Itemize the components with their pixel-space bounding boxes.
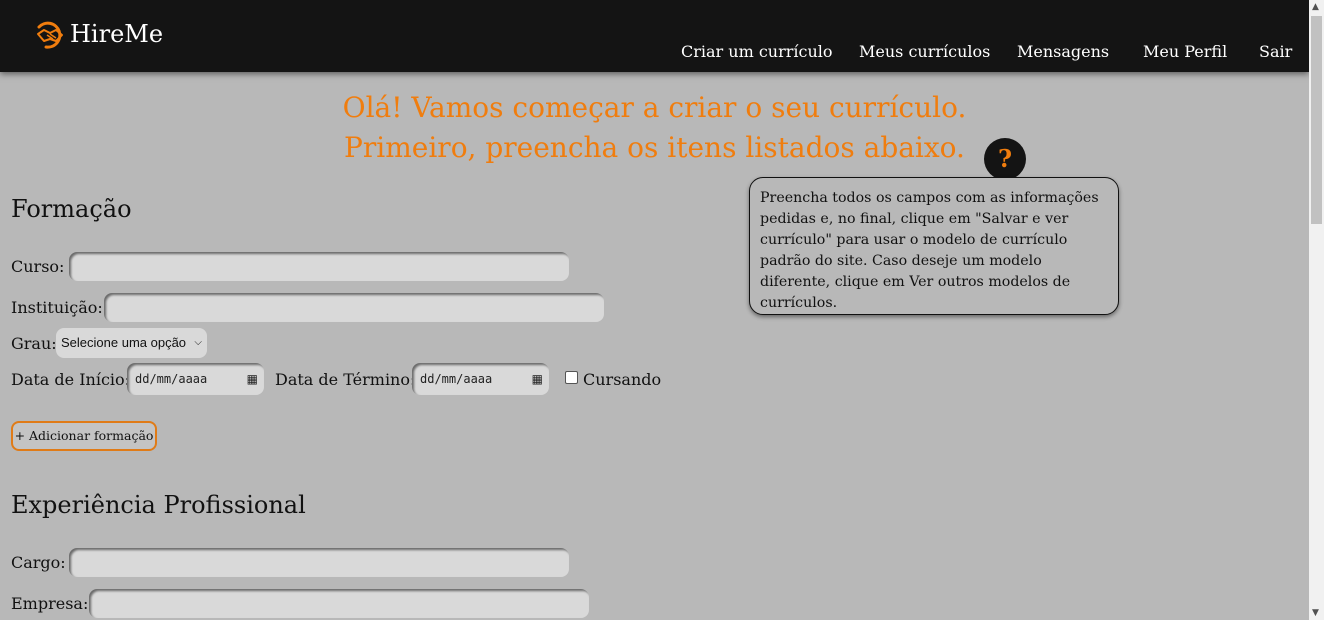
nav-my-resumes[interactable]: Meus currículos: [859, 42, 990, 61]
end-date-label: Data de Término:: [275, 370, 416, 389]
start-date-placeholder: dd/mm/aaaa: [135, 372, 208, 386]
ongoing-label[interactable]: Cursando: [583, 370, 661, 389]
brand-name: HireMe: [70, 20, 164, 48]
page-headline: Olá! Vamos começar a criar o seu currícu…: [0, 88, 1309, 168]
headline-line-1: Olá! Vamos começar a criar o seu currícu…: [342, 91, 967, 124]
start-date-label: Data de Início:: [11, 370, 131, 389]
start-date-input[interactable]: dd/mm/aaaa ▦: [127, 363, 264, 395]
institution-input[interactable]: [104, 293, 604, 322]
experience-section-title: Experiência Profissional: [11, 491, 306, 519]
company-input[interactable]: [89, 589, 589, 618]
top-navbar: HireMe Criar um currículo Meus currículo…: [0, 0, 1309, 72]
institution-label: Instituição:: [11, 298, 103, 317]
nav-create-resume[interactable]: Criar um currículo: [681, 42, 833, 61]
calendar-icon[interactable]: ▦: [532, 363, 543, 395]
add-education-button[interactable]: + Adicionar formação: [11, 421, 157, 451]
help-button[interactable]: ?: [984, 138, 1026, 180]
calendar-icon[interactable]: ▦: [247, 363, 258, 395]
scroll-up-arrow-icon[interactable]: ▲: [1312, 2, 1319, 12]
company-label: Empresa:: [11, 594, 89, 613]
chevron-down-icon: ⌵: [194, 337, 202, 348]
end-date-placeholder: dd/mm/aaaa: [420, 372, 493, 386]
ongoing-checkbox[interactable]: [565, 371, 578, 384]
nav-my-profile[interactable]: Meu Perfil: [1143, 42, 1227, 61]
degree-label: Grau:: [11, 334, 57, 353]
education-section-title: Formação: [11, 195, 132, 223]
degree-select-value: Selecione uma opção: [61, 335, 187, 350]
nav-messages[interactable]: Mensagens: [1017, 42, 1109, 61]
nav-logout[interactable]: Sair: [1259, 42, 1292, 61]
brand-logo[interactable]: HireMe: [36, 17, 163, 51]
headline-line-2: Primeiro, preencha os itens listados aba…: [344, 131, 965, 164]
degree-select[interactable]: Selecione uma opção ⌵: [56, 328, 207, 358]
course-label: Curso:: [11, 257, 65, 276]
end-date-input[interactable]: dd/mm/aaaa ▦: [412, 363, 549, 395]
role-input[interactable]: [69, 548, 569, 577]
handshake-icon: [37, 21, 63, 49]
scroll-down-arrow-icon[interactable]: ▼: [1312, 608, 1319, 618]
role-label: Cargo:: [11, 553, 66, 572]
course-input[interactable]: [69, 252, 569, 281]
scroll-thumb[interactable]: [1311, 16, 1322, 224]
page-scrollbar[interactable]: ▲ ▼: [1309, 0, 1324, 620]
help-tooltip: Preencha todos os campos com as informaç…: [749, 177, 1119, 315]
